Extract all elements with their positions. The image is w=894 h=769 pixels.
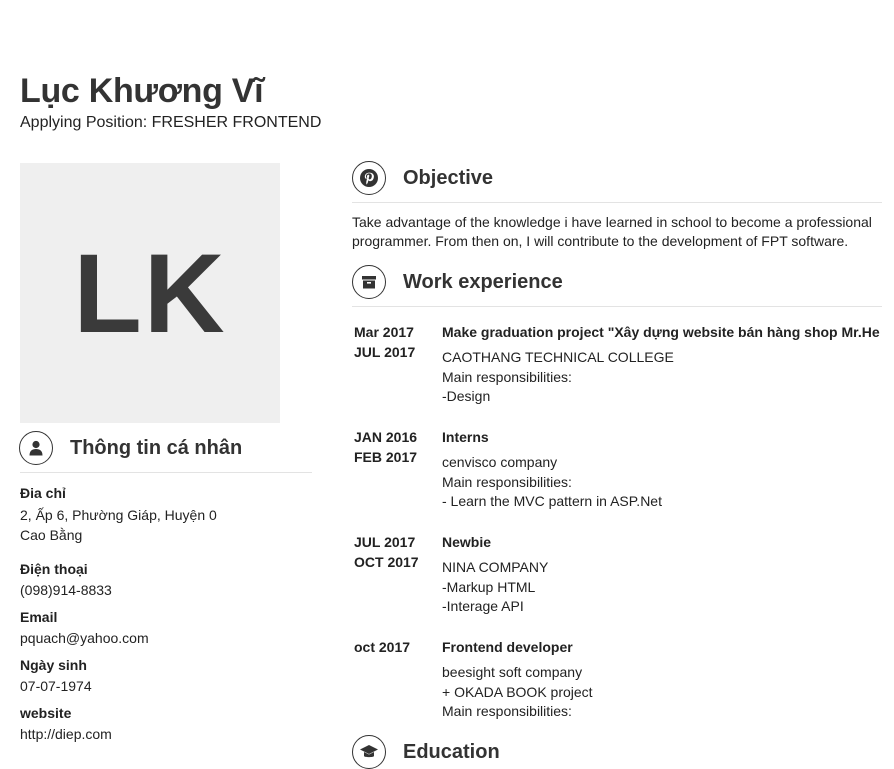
- job-title: Interns: [442, 429, 489, 445]
- address-label: Đia chỉ: [20, 485, 66, 501]
- job-details: cenvisco company Main responsibilities: …: [442, 453, 662, 512]
- pinterest-icon: [352, 161, 386, 195]
- objective-divider: [352, 202, 882, 203]
- archive-icon: [352, 265, 386, 299]
- job-detail-line: Main responsibilities:: [442, 703, 572, 719]
- objective-text-line: Take advantage of the knowledge i have l…: [352, 214, 872, 230]
- job-detail-line: -Markup HTML: [442, 578, 536, 595]
- job-entry: Mar 2017 JUL 2017 Make graduation projec…: [354, 324, 884, 424]
- job-title: Make graduation project "Xây dựng websit…: [442, 324, 880, 340]
- job-detail-line: - Learn the MVC pattern in ASP.Net: [442, 493, 662, 509]
- phone-label: Điện thoại: [20, 561, 88, 577]
- work-experience-title: Work experience: [403, 271, 563, 293]
- birthday-value: 07-07-1974: [20, 678, 92, 694]
- job-entry: JAN 2016 FEB 2017 Interns cenvisco compa…: [354, 429, 884, 529]
- job-start-date: JUL 2017: [354, 534, 416, 550]
- graduation-cap-icon: [352, 735, 386, 769]
- job-end-date: OCT 2017: [354, 554, 419, 570]
- job-entry: JUL 2017 OCT 2017 Newbie NINA COMPANY -M…: [354, 534, 884, 634]
- job-detail-line: CAOTHANG TECHNICAL COLLEGE: [442, 349, 674, 365]
- job-details: NINA COMPANY -Markup HTML -Interage API: [442, 558, 548, 617]
- job-start-date: oct 2017: [354, 639, 411, 655]
- candidate-name: Lục Khương Vĩ: [20, 72, 264, 110]
- email-value: pquach@yahoo.com: [20, 630, 149, 646]
- job-details: beesight soft company + OKADA BOOK proje…: [442, 663, 593, 722]
- phone-value: (098)914-8833: [20, 582, 112, 598]
- address-line: Cao Bằng: [20, 527, 83, 543]
- address-line: 2, Ấp 6, Phường Giáp, Huyện 0: [20, 507, 217, 523]
- website-label: website: [20, 705, 72, 721]
- objective-title: Objective: [403, 167, 494, 189]
- job-start-date: JAN 2016: [354, 429, 418, 445]
- job-end-date: JUL 2017: [354, 344, 416, 360]
- job-title: Newbie: [442, 534, 492, 550]
- job-title: Frontend developer: [442, 639, 573, 655]
- objective-text: Take advantage of the knowledge i have l…: [352, 213, 882, 251]
- objective-text-line: programmer. From then on, I will contrib…: [352, 233, 849, 249]
- avatar: LK: [20, 163, 280, 423]
- email-label: Email: [20, 609, 58, 625]
- address-value: 2, Ấp 6, Phường Giáp, Huyện 0 Cao Bằng: [20, 505, 280, 545]
- work-experience-divider: [352, 306, 882, 307]
- user-icon: [19, 431, 53, 465]
- job-details: CAOTHANG TECHNICAL COLLEGE Main responsi…: [442, 348, 674, 407]
- avatar-initials: LK: [73, 230, 227, 356]
- job-entry: oct 2017 Frontend developer beesight sof…: [354, 639, 884, 739]
- job-detail-line: + OKADA BOOK project: [442, 683, 593, 700]
- job-detail-line: Main responsibilities:: [442, 473, 572, 490]
- job-start-date: Mar 2017: [354, 324, 414, 340]
- applying-position: Applying Position: FRESHER FRONTEND: [20, 114, 322, 131]
- job-detail-line: -Design: [442, 388, 491, 404]
- job-detail-line: Main responsibilities:: [442, 368, 572, 385]
- personal-info-title: Thông tin cá nhân: [70, 437, 243, 459]
- personal-info-divider: [20, 472, 312, 473]
- education-title: Education: [403, 741, 500, 763]
- job-detail-line: cenvisco company: [442, 454, 558, 470]
- website-value: http://diep.com: [20, 726, 112, 742]
- job-detail-line: NINA COMPANY: [442, 559, 549, 575]
- job-detail-line: -Interage API: [442, 598, 524, 614]
- job-detail-line: beesight soft company: [442, 664, 583, 680]
- job-end-date: FEB 2017: [354, 449, 418, 465]
- birthday-label: Ngày sinh: [20, 657, 87, 673]
